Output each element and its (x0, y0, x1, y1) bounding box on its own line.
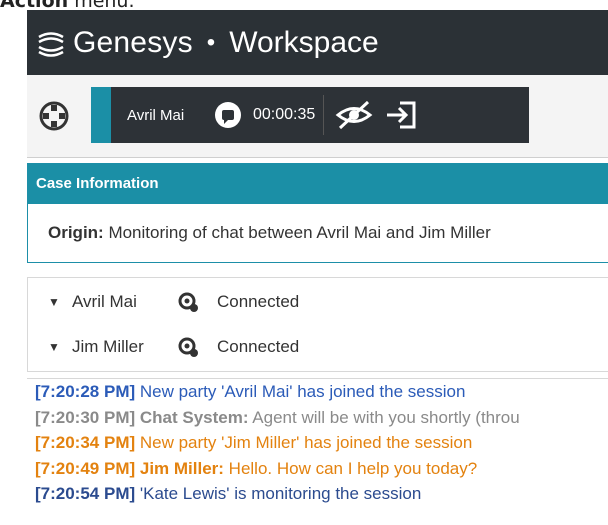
transcript-line: [7:20:49 PM] Jim Miller: Hello. How can … (27, 456, 608, 482)
transcript-line: [7:20:30 PM] Chat System: Agent will be … (27, 405, 608, 431)
party-name: Jim Miller (72, 337, 144, 356)
message-text: Hello. How can I help you today? (223, 458, 478, 478)
party-name: Avril Mai (127, 106, 185, 124)
origin-label: Origin: (48, 223, 104, 242)
party-list: ▼ Avril Mai Connected ▼ Jim Miller Conne… (27, 277, 608, 372)
interaction-bar[interactable]: Avril Mai 00:00:35 (91, 87, 529, 143)
chat-transcript[interactable]: [7:20:28 PM] New party 'Avril Mai' has j… (27, 378, 608, 525)
message-text: New party 'Jim Miller' has joined the se… (135, 433, 473, 452)
message-text: Agent will be with you shortly (throu (248, 407, 520, 427)
party-status: Connected (217, 337, 300, 356)
transcript-line: [7:20:34 PM] New party 'Jim Miller' has … (27, 430, 608, 456)
target-icon[interactable] (37, 99, 71, 133)
exit-icon[interactable] (384, 99, 418, 131)
interaction-timer: 00:00:35 (253, 106, 316, 123)
case-information-panel: Case Information Origin: Monitoring of c… (27, 163, 608, 263)
party-name: Avril Mai (72, 292, 137, 311)
party-row[interactable]: ▼ Avril Mai Connected (28, 287, 608, 317)
transcript-line: [7:20:54 PM] 'Kate Lewis' is monitoring … (27, 481, 608, 507)
product-name: Workspace (229, 25, 379, 59)
message-text: 'Kate Lewis' is monitoring the session (135, 484, 422, 503)
message-time: [7:20:34 PM] (35, 433, 136, 452)
party-status: Connected (217, 292, 300, 311)
message-time: [7:20:54 PM] (35, 484, 136, 503)
case-origin: Origin: Monitoring of chat between Avril… (28, 204, 608, 262)
chat-bubble-icon (213, 100, 243, 130)
message-time: [7:20:49 PM] (35, 458, 136, 478)
title-bar: Genesys • Workspace (27, 10, 608, 75)
interaction-toolbar: Avril Mai 00:00:35 (27, 75, 608, 158)
status-icon (177, 291, 199, 313)
message-text: New party 'Avril Mai' has joined the ses… (135, 382, 466, 401)
brand-separator: • (206, 28, 216, 56)
message-speaker: Jim Miller: (135, 458, 224, 478)
message-time: [7:20:30 PM] (35, 407, 136, 427)
transcript-line: [7:20:28 PM] New party 'Avril Mai' has j… (27, 379, 608, 405)
origin-value: Monitoring of chat between Avril Mai and… (103, 223, 491, 242)
toolbar-divider (323, 95, 325, 135)
status-icon (177, 336, 199, 358)
case-information-header: Case Information (28, 164, 608, 204)
genesys-logo-icon (35, 26, 69, 60)
party-row[interactable]: ▼ Jim Miller Connected (28, 332, 608, 362)
brand-name: Genesys (73, 25, 193, 59)
message-speaker: Chat System: (135, 407, 249, 427)
chevron-down-icon[interactable]: ▼ (48, 340, 62, 354)
chevron-down-icon[interactable]: ▼ (48, 295, 62, 309)
eye-slash-icon[interactable] (334, 99, 374, 131)
message-time: [7:20:28 PM] (35, 382, 136, 401)
